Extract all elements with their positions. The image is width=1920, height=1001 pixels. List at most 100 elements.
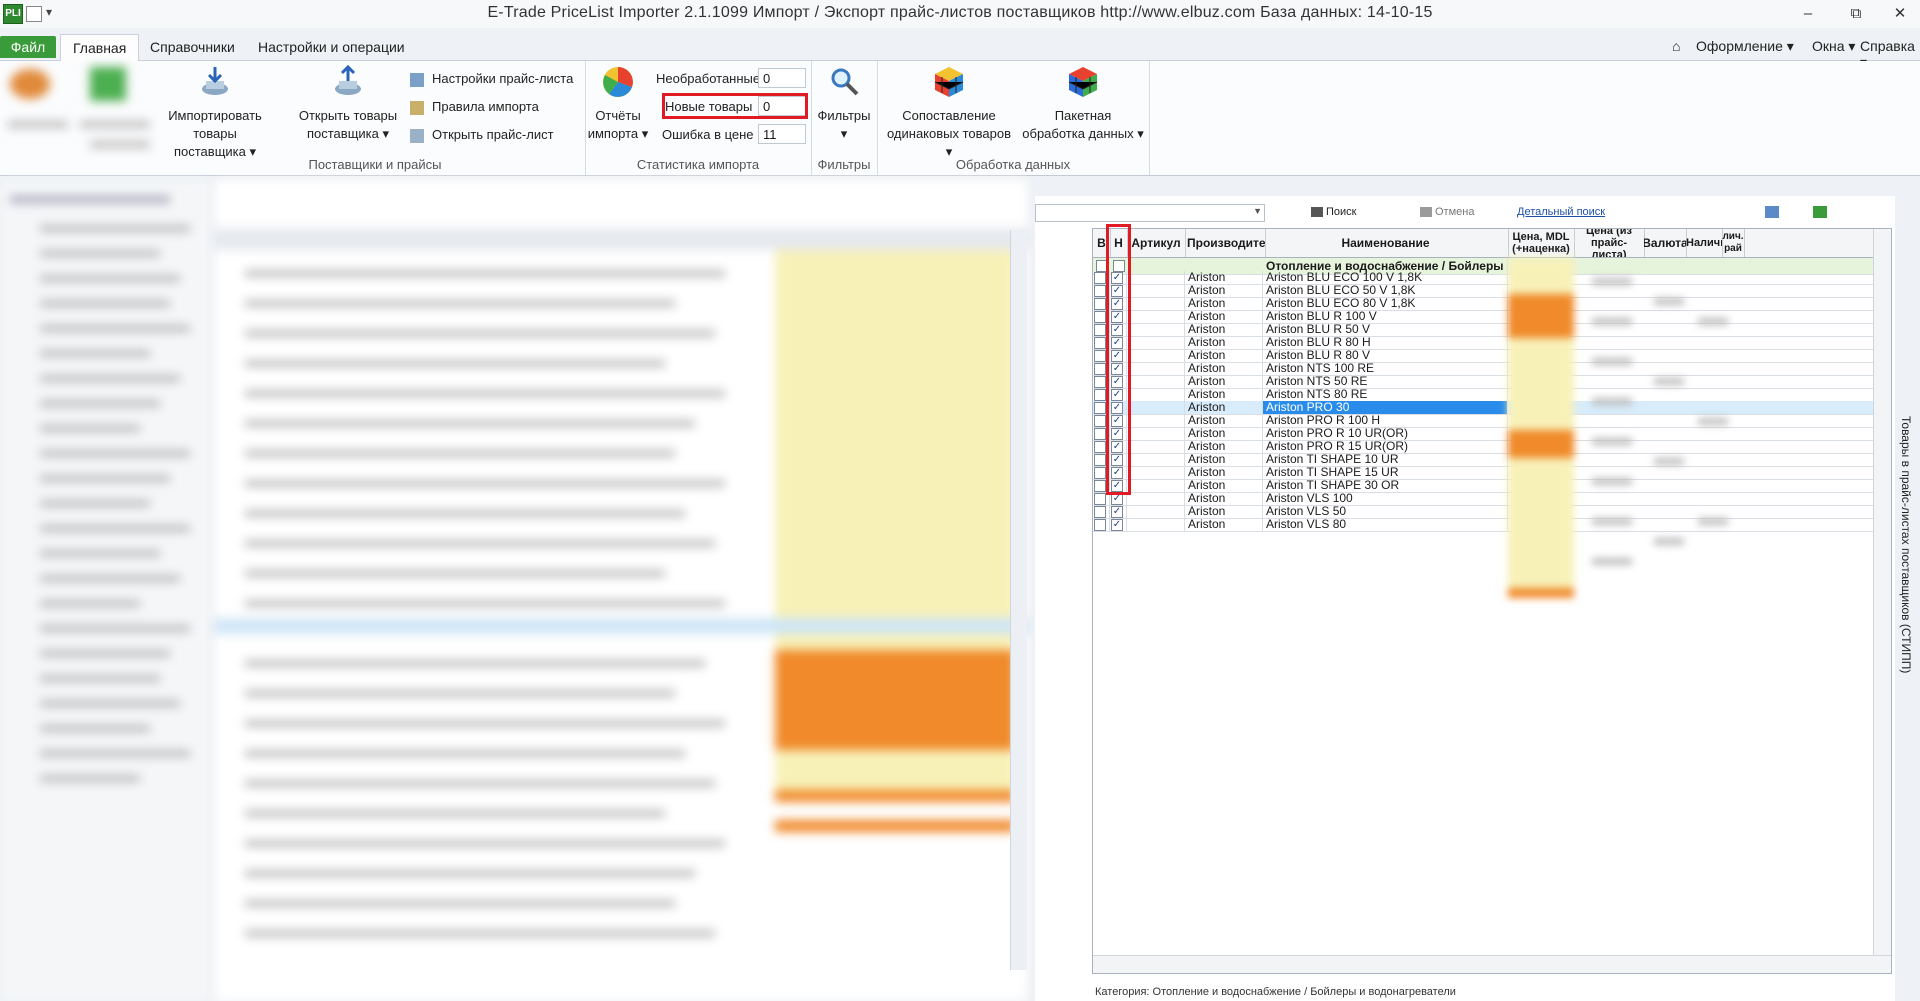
import-label-2: товары поставщика [173, 126, 246, 159]
v-checkbox[interactable] [1094, 428, 1106, 440]
v-checkbox[interactable] [1094, 311, 1106, 323]
col-header-price-list[interactable]: Цена (из прайс-листа) [1574, 229, 1645, 257]
table-row[interactable]: ✓ Ariston Ariston BLU ECO 50 V 1,8K [1093, 284, 1891, 298]
detailed-search-link[interactable]: Детальный поиск [1517, 206, 1605, 218]
table-row[interactable]: ✓ Ariston Ariston NTS 80 RE [1093, 388, 1891, 402]
goods-grid-vertical-scrollbar[interactable] [1873, 229, 1891, 973]
table-row[interactable]: ✓ Ariston Ariston PRO 30 [1093, 401, 1891, 415]
table-row[interactable]: ✓ Ariston Ariston VLS 100 [1093, 492, 1891, 506]
table-row[interactable]: ✓ Ariston Ariston BLU R 80 H [1093, 336, 1891, 350]
windows-label: Окна [1812, 38, 1845, 54]
table-row[interactable]: ✓ Ariston Ariston BLU ECO 80 V 1,8K [1093, 297, 1891, 311]
cancel-search-button[interactable]: Отмена [1420, 206, 1474, 218]
excel-export-icon[interactable] [1813, 206, 1827, 218]
compare-same-goods-button[interactable]: Сопоставление одинаковых товаров ▾ [885, 65, 1013, 161]
search-button[interactable]: Поиск [1311, 206, 1356, 218]
import-rules-button[interactable]: Правила импорта [410, 97, 539, 117]
v-checkbox[interactable] [1094, 272, 1106, 284]
tab-settings-operations[interactable]: Настройки и операции [246, 34, 417, 60]
help-expand-icon[interactable]: ⌂ [1672, 38, 1680, 54]
manufacturer-cell: Ariston [1185, 440, 1263, 453]
v-checkbox[interactable] [1094, 389, 1106, 401]
batch-processing-button[interactable]: Пакетная обработка данных ▾ [1021, 65, 1145, 143]
v-checkbox[interactable] [1094, 441, 1106, 453]
col-header-name[interactable]: Наименование [1263, 229, 1509, 257]
v-checkbox[interactable] [1094, 350, 1106, 362]
v-checkbox[interactable] [1094, 493, 1106, 505]
product-name-cell: Ariston VLS 100 [1263, 492, 1508, 505]
tab-file[interactable]: Файл [0, 36, 56, 58]
pricelist-settings-button[interactable]: Настройки прайс-листа [410, 69, 573, 89]
tab-appearance[interactable]: Оформление ▾ [1696, 38, 1794, 55]
table-row[interactable]: ✓ Ariston Ariston BLU ECO 100 V 1,8K [1093, 271, 1891, 285]
product-name-cell: Ariston BLU R 100 V [1263, 310, 1508, 323]
manufacturer-cell: Ariston [1185, 518, 1263, 531]
table-row[interactable]: ✓ Ariston Ariston TI SHAPE 10 UR [1093, 453, 1891, 467]
v-checkbox[interactable] [1094, 324, 1106, 336]
v-checkbox[interactable] [1094, 337, 1106, 349]
tab-windows[interactable]: Окна ▾ [1812, 38, 1855, 55]
table-row[interactable]: ✓ Ariston Ariston PRO R 15 UR(OR) [1093, 440, 1891, 454]
col-header-extra[interactable]: лич. рай [1722, 229, 1745, 257]
pricelist-settings-label: Настройки прайс-листа [432, 71, 574, 86]
manufacturer-cell: Ariston [1185, 284, 1263, 297]
import-reports-button[interactable]: Отчёты импорта ▾ [585, 65, 651, 143]
table-row[interactable]: ✓ Ariston Ariston VLS 80 [1093, 518, 1891, 532]
open-supplier-goods-button[interactable]: Открыть товары поставщика ▾ [298, 65, 398, 143]
col-header-manufacturer[interactable]: Производитель [1185, 229, 1266, 257]
tab-main[interactable]: Главная [60, 34, 140, 62]
v-checkbox[interactable] [1094, 402, 1106, 414]
table-row[interactable]: ✓ Ariston Ariston TI SHAPE 30 OR [1093, 479, 1891, 493]
search-combo[interactable]: ▼ [1035, 204, 1265, 222]
col-header-currency[interactable]: Валюта [1644, 229, 1687, 257]
row-v-cell[interactable] [1093, 518, 1110, 531]
v-checkbox[interactable] [1094, 467, 1106, 479]
article-cell [1127, 388, 1185, 401]
row-n-cell[interactable]: ✓ [1110, 505, 1127, 518]
table-row[interactable]: ✓ Ariston Ariston PRO R 100 H [1093, 414, 1891, 428]
product-name-cell: Ariston PRO R 15 UR(OR) [1263, 440, 1508, 453]
tab-references[interactable]: Справочники [138, 34, 247, 60]
col-header-price-markup[interactable]: Цена, MDL (+наценка) [1508, 229, 1575, 257]
v-checkbox[interactable] [1094, 298, 1106, 310]
col-header-availability[interactable]: Наличие [1686, 229, 1723, 257]
table-row[interactable]: ✓ Ariston Ariston PRO R 10 UR(OR) [1093, 427, 1891, 441]
product-name-cell: Ariston NTS 80 RE [1263, 388, 1508, 401]
row-n-cell[interactable]: ✓ [1110, 518, 1127, 531]
maximize-button[interactable]: ⧉ [1840, 3, 1872, 25]
table-row[interactable]: ✓ Ariston Ariston NTS 100 RE [1093, 362, 1891, 376]
goods-grid-horizontal-scrollbar[interactable] [1093, 955, 1891, 973]
n-checkbox[interactable]: ✓ [1111, 519, 1123, 531]
close-button[interactable]: ✕ [1884, 3, 1916, 25]
table-row[interactable]: ✓ Ariston Ariston BLU R 50 V [1093, 323, 1891, 337]
v-checkbox[interactable] [1094, 363, 1106, 375]
n-checkbox[interactable]: ✓ [1111, 506, 1123, 518]
v-checkbox[interactable] [1094, 285, 1106, 297]
refresh-icon[interactable] [1765, 206, 1779, 218]
table-row[interactable]: ✓ Ariston Ariston NTS 50 RE [1093, 375, 1891, 389]
import-supplier-goods-button[interactable]: Импортировать товары поставщика ▾ [165, 65, 265, 161]
product-name-cell: Ariston VLS 50 [1263, 505, 1508, 518]
side-panel-title: Товары в прайс-листах поставщиков (СТИПП… [1899, 416, 1913, 674]
row-v-cell[interactable] [1093, 505, 1110, 518]
table-row[interactable]: ✓ Ariston Ariston TI SHAPE 15 UR [1093, 466, 1891, 480]
v-checkbox[interactable] [1094, 415, 1106, 427]
minimize-button[interactable]: – [1792, 3, 1824, 25]
open-pricelist-button[interactable]: Открыть прайс-лист [410, 125, 554, 145]
table-row[interactable]: ✓ Ariston Ariston BLU R 80 V [1093, 349, 1891, 363]
table-row[interactable]: ✓ Ariston Ariston VLS 50 [1093, 505, 1891, 519]
supplier-grid-scrollbar[interactable] [1010, 230, 1027, 970]
table-row[interactable]: ✓ Ariston Ariston BLU R 100 V [1093, 310, 1891, 324]
v-checkbox[interactable] [1094, 376, 1106, 388]
stat-price-error-label: Ошибка в цене [662, 127, 754, 142]
v-checkbox[interactable] [1094, 480, 1106, 492]
col-header-article[interactable]: Артикул [1127, 229, 1186, 257]
manufacturer-cell: Ariston [1185, 492, 1263, 505]
blurred-category-tree [0, 180, 210, 1001]
article-cell [1127, 440, 1185, 453]
cancel-icon [1420, 207, 1432, 218]
v-checkbox[interactable] [1094, 519, 1106, 531]
v-checkbox[interactable] [1094, 506, 1106, 518]
v-checkbox[interactable] [1094, 454, 1106, 466]
filters-button[interactable]: Фильтры ▾ [811, 65, 877, 143]
